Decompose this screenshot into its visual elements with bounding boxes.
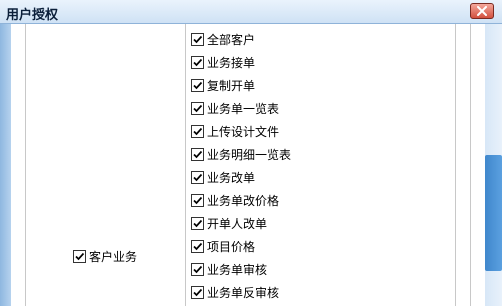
column-divider <box>185 24 186 306</box>
permission-checkbox[interactable] <box>191 286 204 299</box>
check-icon <box>193 127 203 136</box>
permission-label: 业务单一览表 <box>207 102 280 116</box>
check-icon <box>193 219 203 228</box>
check-icon <box>193 35 203 44</box>
permission-item[interactable]: 项目价格 <box>191 235 461 258</box>
permission-label: 项目价格 <box>207 240 256 254</box>
check-icon <box>193 104 203 113</box>
permission-checkbox[interactable] <box>191 79 204 92</box>
permission-label: 业务单审核 <box>207 263 268 277</box>
permission-label: 业务改单 <box>207 171 256 185</box>
permission-checkbox[interactable] <box>191 171 204 184</box>
permission-label: 复制开单 <box>207 79 256 93</box>
permission-item[interactable]: 复制开单 <box>191 74 461 97</box>
check-icon <box>193 81 203 90</box>
permission-label: 全部客户 <box>207 33 256 47</box>
vertical-scrollbar[interactable] <box>485 24 502 306</box>
close-button[interactable] <box>470 3 494 19</box>
permission-item[interactable]: 业务单改价格 <box>191 189 461 212</box>
check-icon <box>193 288 203 297</box>
permission-label: 业务接单 <box>207 56 256 70</box>
permission-item[interactable]: 开单人改单 <box>191 212 461 235</box>
permission-label: 上传设计文件 <box>207 125 280 139</box>
permission-item[interactable]: 全部客户 <box>191 28 461 51</box>
column-divider <box>25 24 26 306</box>
permission-checkbox[interactable] <box>191 102 204 115</box>
group-label: 客户业务 <box>89 249 138 264</box>
permission-item[interactable]: 业务单审核 <box>191 258 461 281</box>
window-title: 用户授权 <box>6 8 59 23</box>
check-icon <box>193 58 203 67</box>
close-icon <box>477 6 487 16</box>
permission-table: 客户业务 全部客户 业务接单 复制开单 业务单一览表 上传设计文件 业务明细一览… <box>11 24 485 306</box>
permission-item[interactable]: 业务接单 <box>191 51 461 74</box>
permission-label: 业务单反审核 <box>207 286 280 300</box>
permission-label: 业务明细一览表 <box>207 148 292 162</box>
column-divider <box>470 24 471 306</box>
left-panel-edge <box>0 24 11 306</box>
permission-item[interactable]: 业务改单 <box>191 166 461 189</box>
permission-checkbox[interactable] <box>191 194 204 207</box>
permission-item[interactable]: 业务明细一览表 <box>191 143 461 166</box>
permission-label: 业务单改价格 <box>207 194 280 208</box>
permission-checkbox[interactable] <box>191 125 204 138</box>
permission-checkbox[interactable] <box>191 240 204 253</box>
permission-checkbox[interactable] <box>191 56 204 69</box>
permission-label: 开单人改单 <box>207 217 268 231</box>
scrollbar-thumb[interactable] <box>485 155 502 271</box>
permission-checkbox[interactable] <box>191 33 204 46</box>
group-checkbox[interactable] <box>73 249 86 263</box>
permission-checkbox[interactable] <box>191 217 204 230</box>
permission-item[interactable]: 上传设计文件 <box>191 120 461 143</box>
permission-item[interactable]: 业务单一览表 <box>191 97 461 120</box>
title-bar: 用户授权 <box>0 0 502 24</box>
check-icon <box>193 173 203 182</box>
check-icon <box>75 252 85 260</box>
check-icon <box>193 265 203 274</box>
permission-item[interactable]: 业务单反审核 <box>191 281 461 304</box>
permission-checkbox[interactable] <box>191 148 204 161</box>
group-customer-business[interactable]: 客户业务 <box>73 247 137 265</box>
check-icon <box>193 242 203 251</box>
check-icon <box>193 196 203 205</box>
permission-checkbox[interactable] <box>191 263 204 276</box>
check-icon <box>193 150 203 159</box>
permission-list: 全部客户 业务接单 复制开单 业务单一览表 上传设计文件 业务明细一览表 业务改… <box>191 28 461 304</box>
